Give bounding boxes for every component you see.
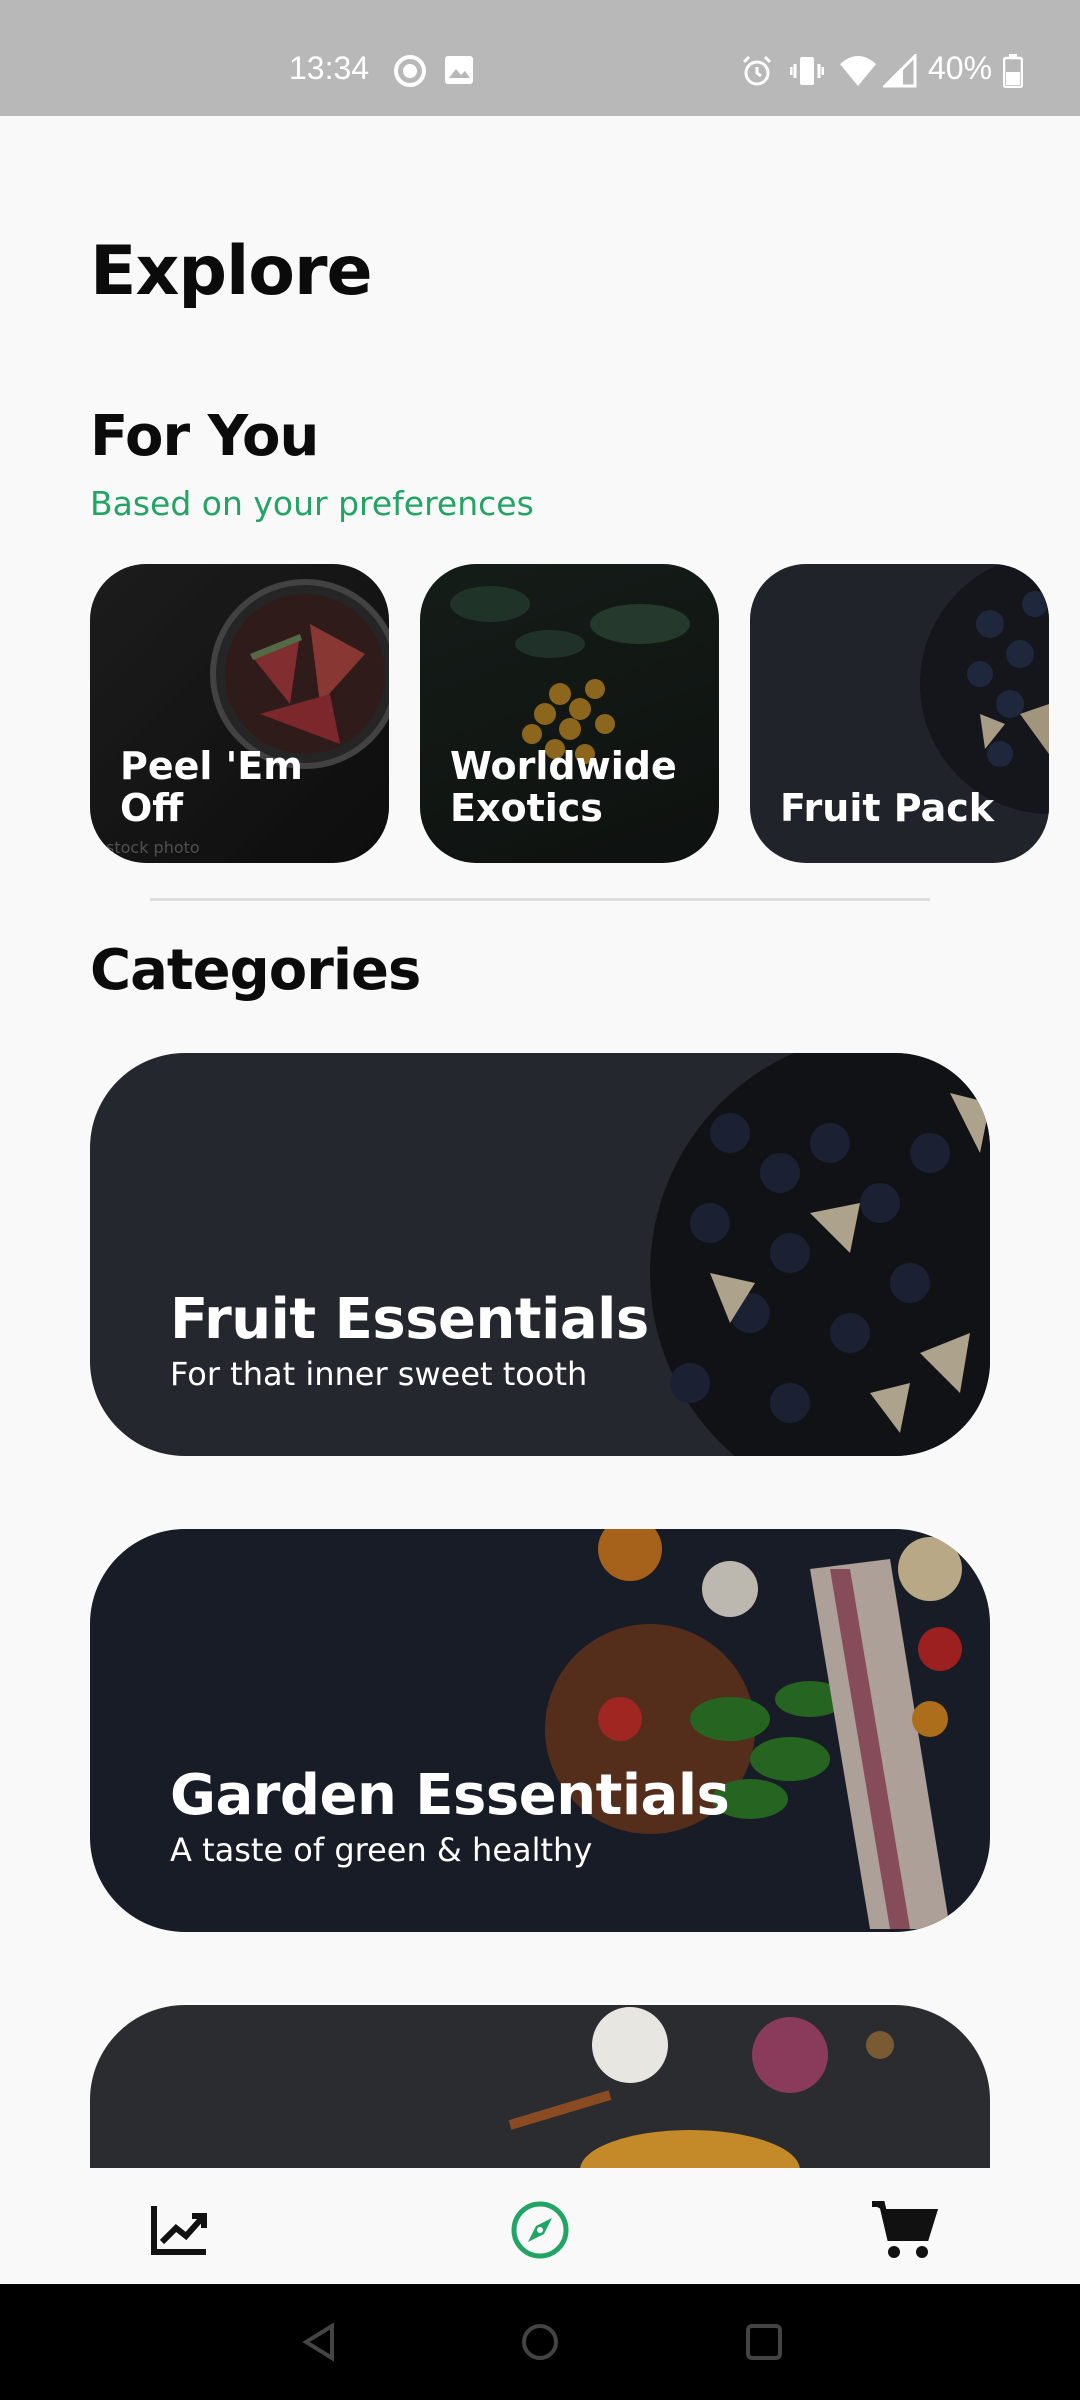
watermark-text: stock photo bbox=[106, 838, 200, 857]
back-icon[interactable] bbox=[300, 2322, 340, 2366]
card-label: Peel 'Em Off bbox=[120, 744, 303, 830]
category-card-partial[interactable] bbox=[90, 2005, 990, 2168]
for-you-title: For You bbox=[90, 404, 319, 469]
recents-icon[interactable] bbox=[744, 2322, 784, 2366]
card-label: Fruit Pack bbox=[780, 786, 995, 830]
spices-image bbox=[508, 2007, 894, 2168]
trending-chart-icon[interactable] bbox=[148, 2198, 212, 2262]
page-title: Explore bbox=[90, 232, 373, 311]
divider bbox=[150, 898, 930, 901]
card-label: Worldwide Exotics bbox=[450, 744, 677, 830]
category-card-fruit-essentials[interactable]: Fruit Essentials For that inner sweet to… bbox=[90, 1053, 990, 1456]
vegetables-image bbox=[90, 1529, 990, 1932]
battery-percent: 40% bbox=[928, 50, 993, 86]
cart-icon[interactable] bbox=[870, 2198, 939, 2262]
wifi-icon bbox=[838, 54, 878, 93]
battery-icon bbox=[1002, 54, 1024, 93]
signal-icon bbox=[881, 52, 917, 93]
compass-icon[interactable] bbox=[508, 2198, 572, 2262]
home-icon[interactable] bbox=[520, 2322, 560, 2366]
alarm-icon bbox=[740, 54, 774, 93]
for-you-card-fruit-pack[interactable]: Fruit Pack bbox=[750, 564, 1049, 863]
fruit-bowl-image bbox=[90, 1053, 990, 1456]
for-you-card-worldwide-exotics[interactable]: Worldwide Exotics bbox=[420, 564, 719, 863]
image-icon bbox=[443, 54, 475, 91]
for-you-card-peel-em-off[interactable]: Peel 'Em Off stock photo bbox=[90, 564, 389, 863]
vibrate-icon bbox=[789, 54, 825, 93]
bottom-navigation bbox=[0, 2168, 1080, 2284]
category-title: Fruit Essentials bbox=[170, 1287, 649, 1352]
category-subtitle: A taste of green & healthy bbox=[170, 1831, 593, 1869]
status-bar: 13:34 40% bbox=[0, 0, 1080, 116]
for-you-subtitle: Based on your preferences bbox=[90, 484, 534, 523]
categories-title: Categories bbox=[90, 938, 421, 1003]
status-time: 13:34 bbox=[289, 50, 370, 86]
category-card-garden-essentials[interactable]: Garden Essentials A taste of green & hea… bbox=[90, 1529, 990, 1932]
category-subtitle: For that inner sweet tooth bbox=[170, 1355, 588, 1393]
system-navigation-bar bbox=[0, 2284, 1080, 2400]
record-icon bbox=[393, 54, 427, 93]
category-title: Garden Essentials bbox=[170, 1763, 730, 1828]
